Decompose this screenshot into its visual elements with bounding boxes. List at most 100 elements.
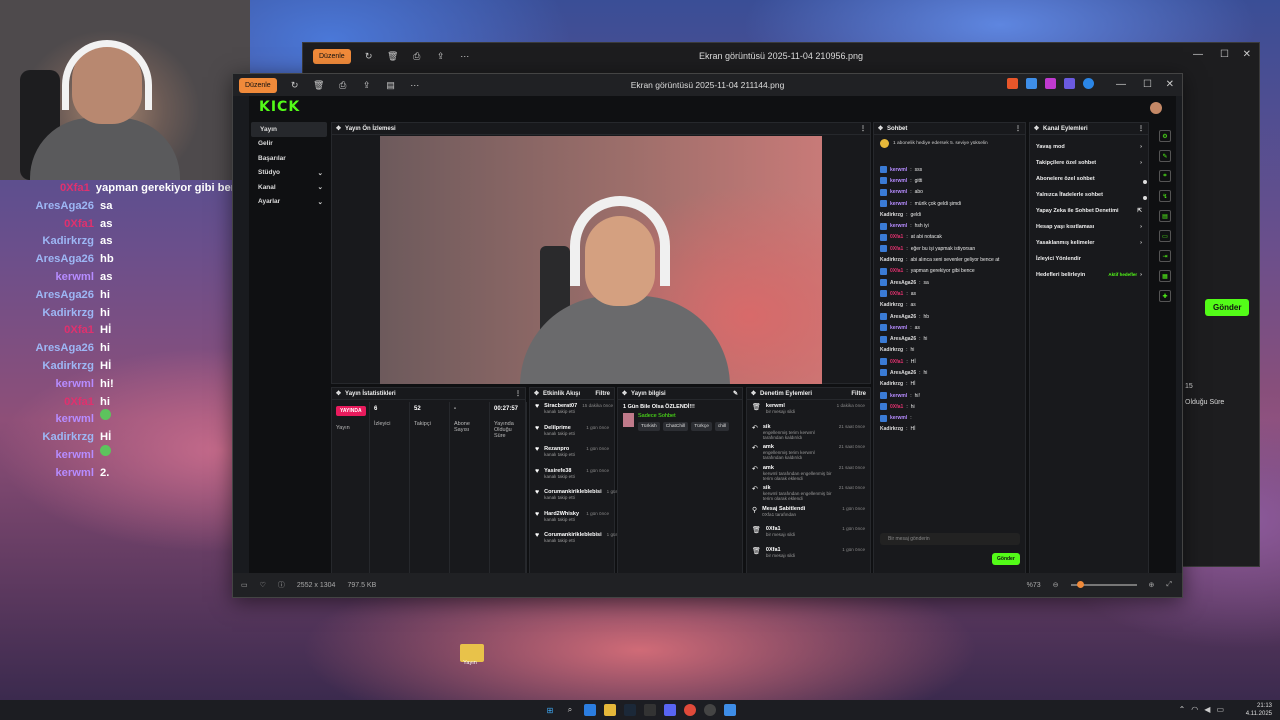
channel-action-control[interactable]: ›: [1140, 144, 1142, 150]
tools-icon[interactable]: ✚: [1159, 290, 1171, 302]
chat-username[interactable]: Kadirkrzg: [880, 302, 903, 308]
chat-username[interactable]: AresAga26: [890, 314, 916, 320]
channel-action-item[interactable]: Hedefleri belirleyin Aktif hedefler ›: [1030, 267, 1148, 283]
sidebar-item-5[interactable]: Ayarlar ⌄: [249, 195, 329, 210]
sidebar-item-2[interactable]: Başarılar: [249, 151, 329, 166]
teams-icon[interactable]: [1064, 78, 1075, 89]
channel-action-control[interactable]: ›: [1140, 160, 1142, 166]
chat-username[interactable]: 0Xfa1: [890, 268, 903, 274]
chat-username[interactable]: 0Xfa1: [890, 234, 903, 240]
filmstrip-icon[interactable]: ▭: [241, 581, 248, 589]
stream-tag[interactable]: chill: [714, 422, 730, 431]
activity-item[interactable]: ♥ Delilprime kanalı takip etti 1 gün önce: [530, 422, 614, 444]
file-explorer-icon[interactable]: [604, 704, 616, 716]
zoom-in-icon[interactable]: ⊕: [1149, 581, 1155, 589]
zoom-slider-thumb[interactable]: [1076, 581, 1084, 588]
chat-username[interactable]: 0Xfa1: [890, 246, 903, 252]
chat-icon[interactable]: ▭: [1159, 230, 1171, 242]
search-icon[interactable]: ⌕: [564, 704, 576, 716]
edit-pencil-icon[interactable]: ✎: [733, 390, 738, 397]
sidebar-item-4[interactable]: Kanal ⌄: [249, 180, 329, 195]
kick-logo[interactable]: KICK: [259, 99, 300, 115]
obs-icon[interactable]: [704, 704, 716, 716]
sidebar-item-3[interactable]: Stüdyo ⌄: [249, 166, 329, 181]
settings-icon[interactable]: ⚙: [1159, 130, 1171, 142]
minimize-button[interactable]: —: [1116, 79, 1126, 90]
clipchamp-icon[interactable]: [1045, 78, 1056, 89]
clock[interactable]: 21:13 4.11.2025: [1246, 702, 1272, 718]
activity-item[interactable]: ♥ Corumankirikleblebisi kanalı takip etti 1…: [530, 529, 629, 551]
stream-video[interactable]: [380, 136, 822, 384]
chat-username[interactable]: kerwml: [890, 189, 907, 195]
snipping-tool-icon[interactable]: [724, 704, 736, 716]
chat-username[interactable]: Kadirkrzg: [880, 381, 903, 387]
activity-item[interactable]: ♥ Hard2Whisky kanalı takip etti 1 gün önce: [530, 508, 614, 530]
designer-icon[interactable]: [1026, 78, 1037, 89]
onedrive-icon[interactable]: [1083, 78, 1094, 89]
maximize-button[interactable]: ☐: [1143, 79, 1152, 90]
chat-username[interactable]: 0Xfa1: [890, 291, 903, 297]
chat-username[interactable]: Kadirkrzg: [880, 257, 903, 263]
moderation-item[interactable]: ↶ amk kerwml tarafından engellenmiş bir te…: [747, 462, 870, 483]
chat-username[interactable]: 0Xfa1: [890, 404, 903, 410]
moderation-item[interactable]: ⚲ Mesaj Sabitlendi 0Xfa1 tarafından 1 gün ö…: [747, 503, 870, 524]
channel-action-item[interactable]: Yavaş mod ›: [1030, 139, 1148, 155]
moderation-item[interactable]: 🗑 0Xfa1 bir mesajı sildi 1 gün önce: [747, 523, 870, 544]
chat-username[interactable]: 0Xfa1: [890, 359, 903, 365]
zoom-out-icon[interactable]: ⊖: [1053, 581, 1059, 589]
dashboard-grip-icon[interactable]: ✥: [336, 125, 341, 132]
panel-menu-icon[interactable]: ⋮: [1138, 125, 1144, 132]
chat-username[interactable]: kerwml: [890, 393, 907, 399]
steam-icon[interactable]: [624, 704, 636, 716]
chevron-up-icon[interactable]: ⌃: [1179, 705, 1186, 714]
back-minimize-button[interactable]: —: [1193, 49, 1203, 60]
zoom-level[interactable]: %73: [1027, 582, 1041, 589]
chat-username[interactable]: AresAga26: [890, 280, 916, 286]
volume-icon[interactable]: ◀: [1204, 705, 1210, 714]
channel-action-item[interactable]: Takipçilere özel sohbet ›: [1030, 155, 1148, 171]
channel-action-item[interactable]: Yalnızca İfadelerle sohbet: [1030, 187, 1148, 203]
channel-action-item[interactable]: Hesap yaşı kısıtlaması ›: [1030, 219, 1148, 235]
back-close-button[interactable]: ✕: [1243, 49, 1251, 60]
chat-input[interactable]: Bir mesaj gönderin: [880, 533, 1020, 545]
channel-action-item[interactable]: Yapay Zeka ile Sohbet Denetimi ⇱: [1030, 203, 1148, 219]
stream-tag[interactable]: Türkish: [638, 422, 660, 431]
dashboard-grip-icon[interactable]: ✥: [336, 390, 341, 397]
channel-action-item[interactable]: Abonelere özel sohbet: [1030, 171, 1148, 187]
moderation-item[interactable]: 🗑 0Xfa1 bir mesajı sildi 1 gün önce: [747, 544, 870, 565]
channel-action-control[interactable]: ›: [1140, 224, 1142, 230]
edge-icon[interactable]: [584, 704, 596, 716]
dashboard-grip-icon[interactable]: ✥: [1034, 125, 1039, 132]
activity-item[interactable]: ♥ Yasirefe38 kanalı takip etti 1 gün önce: [530, 465, 614, 487]
dashboard-grip-icon[interactable]: ✥: [751, 390, 756, 397]
raid-icon[interactable]: ↯: [1159, 190, 1171, 202]
discord-icon[interactable]: [664, 704, 676, 716]
chat-username[interactable]: kerwml: [890, 325, 907, 331]
back-maximize-button[interactable]: ☐: [1220, 49, 1229, 60]
chat-username[interactable]: Kadirkrzg: [880, 426, 903, 432]
stream-tag[interactable]: ChatChill: [662, 422, 689, 431]
clip-icon[interactable]: ⌗: [1159, 170, 1171, 182]
close-button[interactable]: ✕: [1166, 79, 1174, 90]
activity-filter-button[interactable]: Filtre: [595, 391, 610, 397]
edit-icon[interactable]: ✎: [1159, 150, 1171, 162]
panel-menu-icon[interactable]: ⋮: [515, 390, 521, 397]
sidebar-item-1[interactable]: Gelir: [249, 137, 329, 152]
epic-games-icon[interactable]: [644, 704, 656, 716]
activity-item[interactable]: ♥ Rezanpro kanalı takip etti 1 gün önce: [530, 443, 614, 465]
sidebar-item-0[interactable]: Yayın: [251, 122, 327, 137]
chat-username[interactable]: Kadirkrzg: [880, 347, 903, 353]
panel-menu-icon[interactable]: ⋮: [860, 125, 866, 132]
wifi-icon[interactable]: ◠: [1191, 705, 1198, 714]
chat-username[interactable]: AresAga26: [890, 370, 916, 376]
dashboard-grip-icon[interactable]: ✥: [534, 390, 539, 397]
activity-item[interactable]: ♥ Siracberat07 kanalı takip etti 15 dakika …: [530, 400, 614, 422]
moderation-item[interactable]: ↶ amk engellenmiş terim kerwml tarafından …: [747, 441, 870, 462]
host-icon[interactable]: ⇥: [1159, 250, 1171, 262]
dashboard-grip-icon[interactable]: ✥: [622, 390, 627, 397]
moderation-item[interactable]: ↶ sik engellenmiş terim kerwml tarafından …: [747, 421, 870, 442]
chat-username[interactable]: AresAga26: [890, 336, 916, 342]
poll-icon[interactable]: ▤: [1159, 210, 1171, 222]
zoom-slider[interactable]: [1070, 581, 1137, 588]
prediction-icon[interactable]: ▦: [1159, 270, 1171, 282]
